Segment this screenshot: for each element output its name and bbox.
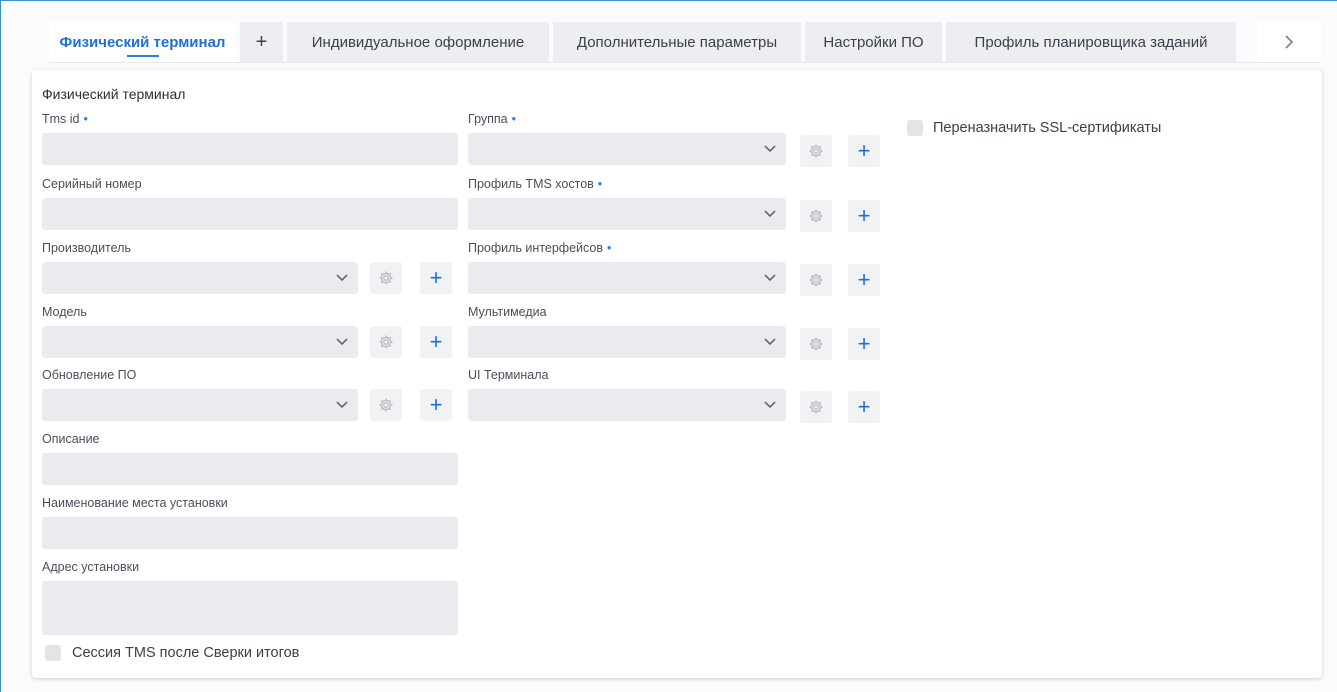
description-label: Описание	[42, 432, 100, 446]
multimedia-select[interactable]	[468, 326, 786, 358]
tms-session-checkbox[interactable]	[45, 645, 61, 661]
model-select[interactable]	[42, 326, 358, 358]
sw-update-select[interactable]	[42, 389, 358, 421]
chevron-down-icon	[336, 274, 348, 282]
chevron-down-icon	[764, 210, 776, 218]
model-label: Модель	[42, 305, 87, 319]
ui-terminal-settings-button[interactable]	[800, 391, 832, 423]
sw-update-settings-button[interactable]	[370, 389, 402, 421]
chevron-right-icon[interactable]	[1257, 22, 1321, 62]
gear-icon	[809, 400, 823, 414]
manufacturer-label: Производитель	[42, 241, 131, 255]
plus-icon: +	[429, 329, 443, 354]
gear-icon	[809, 209, 823, 223]
chevron-down-icon	[764, 274, 776, 282]
model-settings-button[interactable]	[370, 326, 402, 358]
interfaces-profile-select[interactable]	[468, 262, 786, 294]
chevron-down-icon	[336, 401, 348, 409]
tms-hosts-profile-settings-button[interactable]	[800, 200, 832, 232]
tms-hosts-profile-label: Профиль TMS хостов •	[468, 177, 603, 191]
gear-icon	[809, 144, 823, 158]
sw-update-label: Обновление ПО	[42, 368, 137, 382]
install-address-label: Адрес установки	[42, 560, 140, 574]
install-place-label: Наименование места установки	[42, 496, 228, 510]
gear-icon	[379, 271, 393, 285]
serial-input[interactable]	[42, 198, 458, 230]
gear-icon	[809, 273, 823, 287]
tms-hosts-profile-add-button[interactable]: +	[848, 200, 880, 232]
physical-terminal-form: Физический терминал Tms id • Серийный ном…	[32, 70, 1322, 678]
tab-additional-params[interactable]: Дополнительные параметры	[553, 22, 801, 62]
plus-icon: +	[857, 138, 871, 163]
model-add-button[interactable]: +	[420, 326, 452, 358]
tab-physical-terminal[interactable]: Физический терминал	[49, 22, 236, 62]
plus-icon: +	[857, 267, 871, 292]
group-label: Группа •	[468, 112, 517, 126]
manufacturer-add-button[interactable]: +	[420, 262, 452, 294]
plus-icon: +	[429, 392, 443, 417]
tab-scheduler-profile[interactable]: Профиль планировщика заданий	[946, 22, 1236, 62]
group-select[interactable]	[468, 133, 786, 165]
ui-terminal-label: UI Терминала	[468, 368, 549, 382]
plus-icon: +	[857, 331, 871, 356]
tab-software-settings[interactable]: Настройки ПО	[805, 22, 942, 62]
app-frame: Физический терминал + Индивидуальное офо…	[0, 0, 1337, 692]
tab-add[interactable]: +	[240, 22, 283, 62]
tms-id-input[interactable]	[42, 133, 458, 165]
chevron-down-icon	[764, 338, 776, 346]
plus-icon: +	[429, 265, 443, 290]
multimedia-settings-button[interactable]	[800, 328, 832, 360]
tms-session-label: Сессия TMS после Сверки итогов	[72, 645, 300, 661]
group-settings-button[interactable]	[800, 135, 832, 167]
install-address-textarea[interactable]	[42, 581, 458, 635]
chevron-down-icon	[764, 145, 776, 153]
multimedia-label: Мультимедиа	[468, 305, 547, 319]
gear-icon	[379, 335, 393, 349]
multimedia-add-button[interactable]: +	[848, 328, 880, 360]
ui-terminal-add-button[interactable]: +	[848, 391, 880, 423]
reassign-ssl-label: Переназначить SSL-сертификаты	[933, 120, 1162, 136]
interfaces-profile-label: Профиль интерфейсов •	[468, 241, 612, 255]
gear-icon	[379, 398, 393, 412]
manufacturer-settings-button[interactable]	[370, 262, 402, 294]
ui-terminal-select[interactable]	[468, 389, 786, 421]
plus-icon: +	[857, 203, 871, 228]
install-place-input[interactable]	[42, 517, 458, 549]
chevron-down-icon	[764, 401, 776, 409]
tab-custom-design[interactable]: Индивидуальное оформление	[287, 22, 549, 62]
tab-bar: Физический терминал + Индивидуальное офо…	[49, 22, 1240, 62]
section-title: Физический терминал	[42, 86, 186, 102]
gear-icon	[809, 337, 823, 351]
interfaces-profile-add-button[interactable]: +	[848, 264, 880, 296]
sw-update-add-button[interactable]: +	[420, 389, 452, 421]
tms-hosts-profile-select[interactable]	[468, 198, 786, 230]
chevron-down-icon	[336, 338, 348, 346]
reassign-ssl-checkbox[interactable]	[907, 120, 923, 136]
tab-divider	[49, 62, 1321, 63]
plus-icon: +	[857, 394, 871, 419]
interfaces-profile-settings-button[interactable]	[800, 264, 832, 296]
serial-label: Серийный номер	[42, 177, 142, 191]
group-add-button[interactable]: +	[848, 135, 880, 167]
manufacturer-select[interactable]	[42, 262, 358, 294]
tms-id-label: Tms id •	[42, 112, 88, 126]
description-input[interactable]	[42, 453, 458, 485]
